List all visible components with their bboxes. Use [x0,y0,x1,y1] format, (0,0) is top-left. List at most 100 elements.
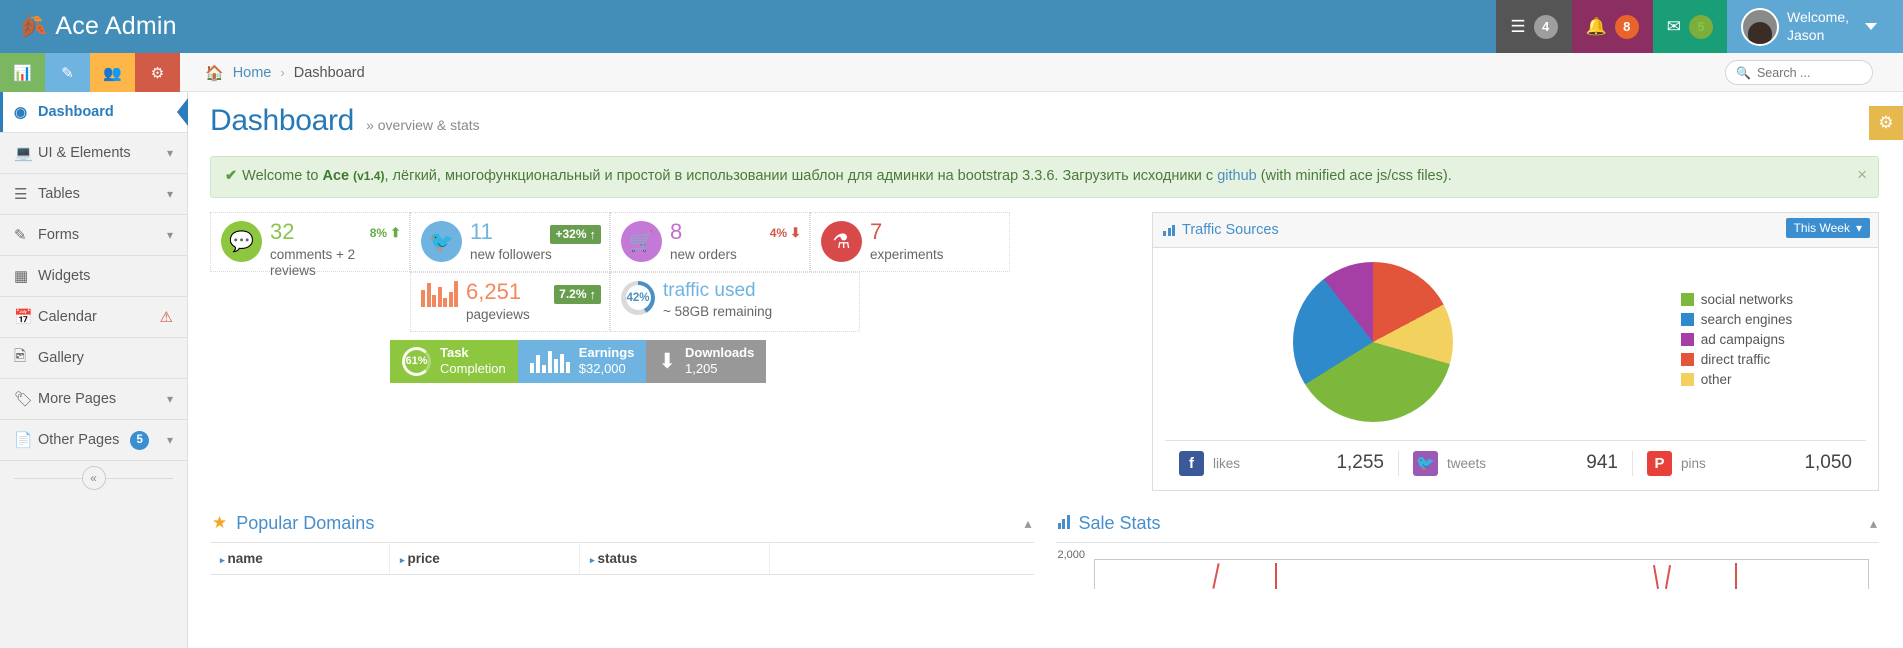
widget-header: Sale Stats ▴ [1056,509,1880,543]
sidebar-item-forms[interactable]: ✎ Forms ▾ [0,215,187,256]
user-menu-button[interactable]: Welcome, Jason [1727,0,1903,53]
block-sub: Completion [440,361,506,376]
column-header-name[interactable]: ▸name [210,543,390,574]
shortcut-edit[interactable]: ✎ [45,53,90,92]
sidebar-link-calendar[interactable]: 📅 Calendar ⚠ [0,297,187,337]
sidebar-item-widgets[interactable]: ▦ Widgets [0,256,187,297]
sidebar-link-dashboard[interactable]: ◉ Dashboard [0,92,187,132]
sidebar-link-gallery[interactable]: 🖻 Gallery [0,338,187,378]
social-tweets[interactable]: 🐦 tweets 941 [1399,451,1633,476]
widget-header: ★ Popular Domains ▴ [210,509,1034,543]
infobox-row: 6,251 pageviews 7.2%↑ 42% [210,272,860,332]
cogs-icon: ⚙ [151,64,164,82]
sidebar-link-other-pages[interactable]: 📄 Other Pages 5 ▾ [0,420,187,460]
infobox-traffic[interactable]: 42% traffic used ~ 58GB remaining [610,272,860,332]
date-range-dropdown[interactable]: This Week ▾ [1786,218,1871,238]
alert-text-1: Welcome to [242,168,318,184]
sidebar-item-calendar[interactable]: 📅 Calendar ⚠ [0,297,187,338]
picture-icon: 🖻 [14,346,38,371]
column-header-price[interactable]: ▸price [390,543,580,574]
breadcrumb-home[interactable]: Home [233,65,272,81]
sidebar-label-dashboard: Dashboard [38,104,114,120]
infobox-data: traffic used ~ 58GB remaining [663,281,772,321]
infobox-trend: +32%↑ [550,225,601,244]
alert-brand: Ace [322,168,349,184]
close-icon[interactable]: × [1857,164,1867,187]
chevron-up-icon[interactable]: ▴ [1870,515,1877,532]
sidebar-item-gallery[interactable]: 🖻 Gallery [0,338,187,379]
widget-title-text: Sale Stats [1079,513,1161,534]
sidebar-item-tables[interactable]: ☰ Tables ▾ [0,174,187,215]
date-range-label: This Week [1794,221,1850,235]
greeting-line-1: Welcome, [1787,9,1849,25]
sidebar-item-dashboard[interactable]: ◉ Dashboard [0,92,187,133]
sidebar-item-more-pages[interactable]: 🏷 More Pages ▾ [0,379,187,420]
sidebar-link-more-pages[interactable]: 🏷 More Pages ▾ [0,379,187,419]
sort-icon: ▸ [590,555,595,565]
traffic-pie-chart[interactable] [1293,262,1453,422]
infobox-orders[interactable]: 🛒 8 new orders 4%⬇ [610,212,810,272]
list-icon: ☰ [14,185,38,203]
pinterest-icon: P [1647,451,1672,476]
search-input[interactable] [1757,66,1862,80]
infobox-value: 6,251 [466,281,530,303]
chevron-down-icon: ▾ [167,187,173,201]
shortcut-settings[interactable]: ⚙ [135,53,180,92]
chart-plot-area [1094,559,1870,589]
sidebar-link-widgets[interactable]: ▦ Widgets [0,256,187,296]
sidebar-link-forms[interactable]: ✎ Forms ▾ [0,215,187,255]
cart-icon: 🛒 [621,221,662,262]
sidebar-item-ui-elements[interactable]: 💻 UI & Elements ▾ [0,133,187,174]
sidebar-link-ui-elements[interactable]: 💻 UI & Elements ▾ [0,133,187,173]
comment-icon: 💬 [221,221,262,262]
arrow-up-icon: ↑ [590,287,597,302]
earnings-block[interactable]: Earnings $32,000 [518,340,647,383]
infobox-comments[interactable]: 💬 32 comments + 2 reviews 8%⬆ [210,212,410,272]
sidebar-item-other-pages[interactable]: 📄 Other Pages 5 ▾ [0,420,187,461]
pencil-icon: ✎ [61,64,74,82]
alert-github-link[interactable]: github [1217,168,1257,184]
legend-label: search engines [1701,312,1793,327]
infobox-experiments[interactable]: ⚗ 7 experiments [810,212,1010,272]
traffic-sources-widget: Traffic Sources This Week ▾ social netwo… [1152,212,1879,491]
task-completion-block[interactable]: 61% Task Completion [390,340,518,383]
file-icon: 📄 [14,431,38,449]
column-header-status[interactable]: ▸status [580,543,770,574]
settings-toggle-button[interactable]: ⚙ [1869,106,1903,140]
facebook-icon: f [1179,451,1204,476]
legend-item: ad campaigns [1681,332,1793,347]
y-axis-label: 2,000 [1058,549,1086,561]
infobox-followers[interactable]: 🐦 11 new followers +32%↑ [410,212,610,272]
bar-chart-icon: 📊 [13,64,32,82]
infobox-pageviews[interactable]: 6,251 pageviews 7.2%↑ [410,272,610,332]
social-pins[interactable]: P pins 1,050 [1633,451,1866,476]
shortcut-buttons: 📊 ✎ 👥 ⚙ [0,53,180,92]
messages-menu-button[interactable]: ✉ 5 [1653,0,1727,53]
legend-item: search engines [1681,312,1793,327]
shortcut-users[interactable]: 👥 [90,53,135,92]
sidebar-label-widgets: Widgets [38,268,90,284]
tasks-menu-button[interactable]: ☰ 4 [1496,0,1571,53]
infobox-label: new orders [670,247,737,264]
dashboard-row: 💬 32 comments + 2 reviews 8%⬆ 🐦 [188,212,1903,491]
sidebar-link-tables[interactable]: ☰ Tables ▾ [0,174,187,214]
bell-icon: 🔔 [1586,18,1607,35]
main-content: ⚙ Dashboard » overview & stats ✔Welcome … [188,92,1903,648]
sidebar-minimizer[interactable]: « [0,461,187,496]
social-likes[interactable]: f likes 1,255 [1165,451,1399,476]
shortcut-chart[interactable]: 📊 [0,53,45,92]
double-chevron-left-icon[interactable]: « [82,466,106,490]
page-subtitle: » overview & stats [366,117,480,133]
downloads-block[interactable]: ⬇ Downloads 1,205 [646,340,766,383]
search-box[interactable]: 🔍 [1725,60,1873,85]
leaf-icon: 🍂 [15,11,48,41]
sidebar-nav: ◉ Dashboard 💻 UI & Elements ▾ ☰ Tables ▾… [0,92,187,461]
notifications-menu-button[interactable]: 🔔 8 [1572,0,1653,53]
notifications-badge: 8 [1615,15,1639,39]
chevron-up-icon[interactable]: ▴ [1024,515,1031,532]
chevron-down-icon: ▾ [167,146,173,160]
breadcrumb: 🏠 Home › Dashboard [205,53,365,92]
brand[interactable]: 🍂 Ace Admin [0,0,190,53]
infobox-label: ~ 58GB remaining [663,304,772,321]
star-icon: ★ [212,513,227,533]
